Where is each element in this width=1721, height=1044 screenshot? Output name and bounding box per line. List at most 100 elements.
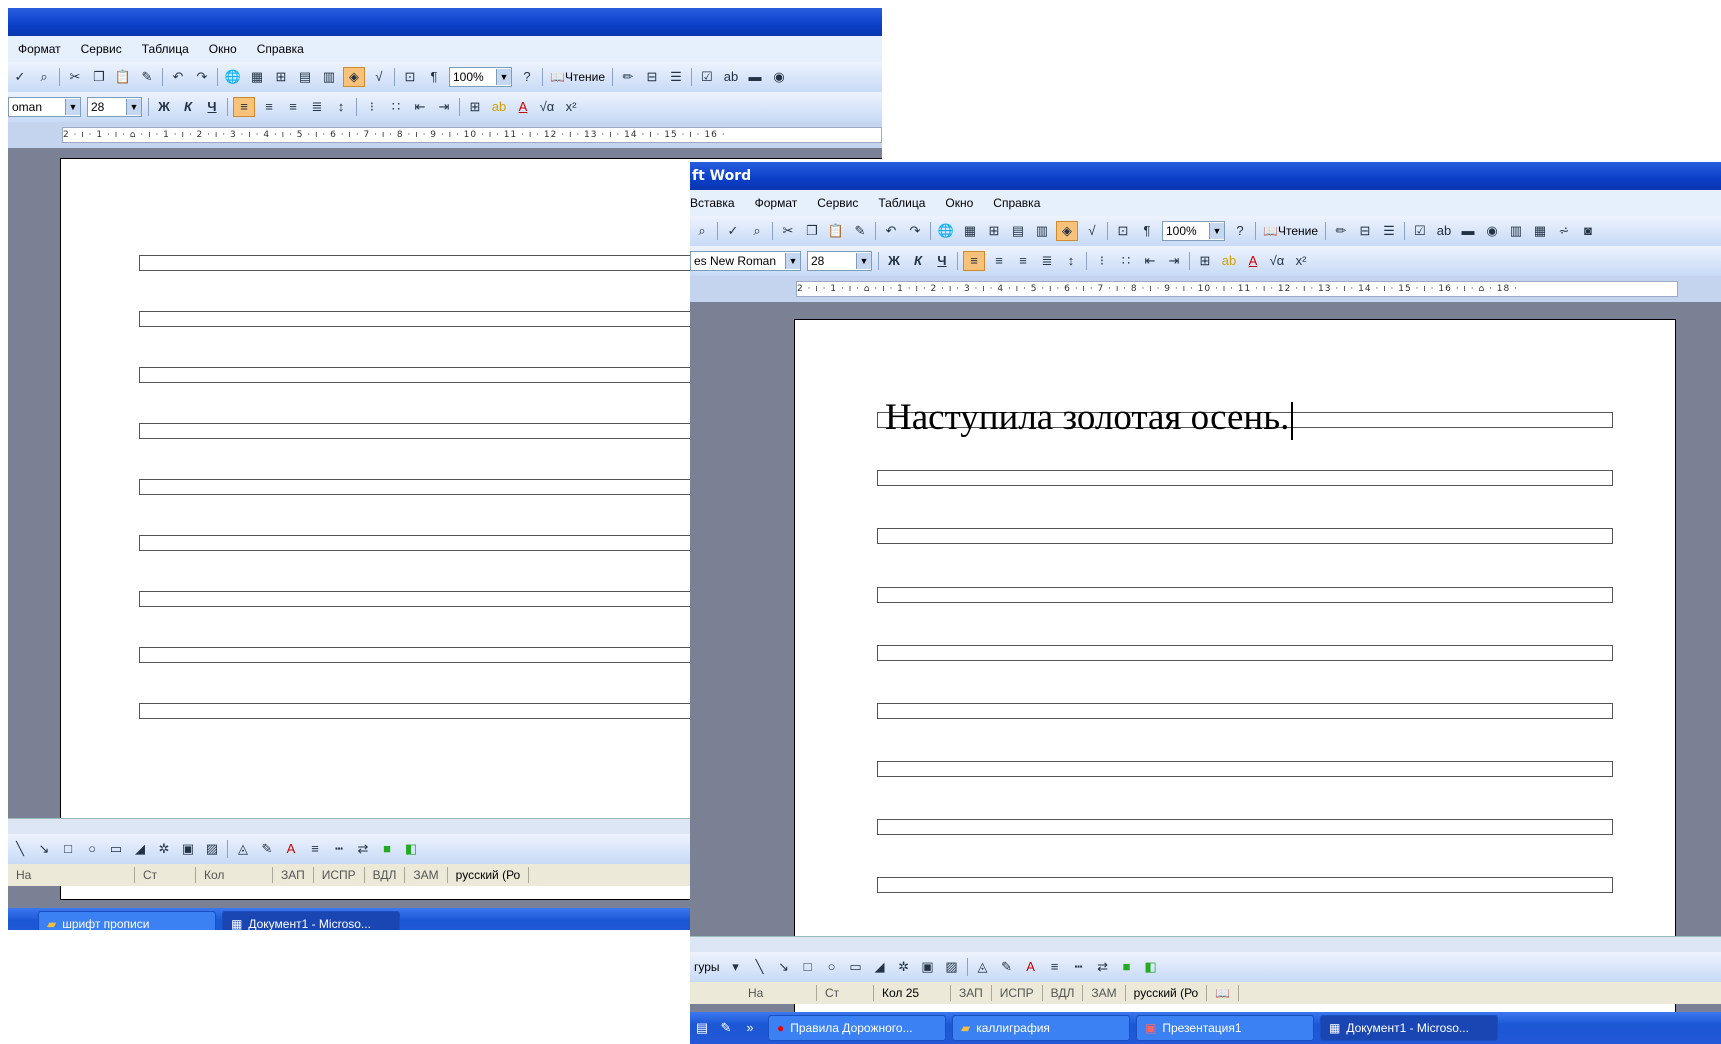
wordart-icon[interactable]: ◢ [130,840,150,858]
menu-insert[interactable]: Вставка [690,196,745,210]
underline-icon[interactable]: Ч [932,252,952,270]
equation-icon[interactable]: √ [1082,222,1102,240]
menu-window[interactable]: Окно [199,42,247,56]
diagram-icon[interactable]: ✲ [154,840,174,858]
taskbar-item-powerpoint[interactable]: ▣ Презентация1 [1136,1015,1314,1041]
increase-indent-icon[interactable]: ⇥ [1164,252,1184,270]
rectangle-icon[interactable]: □ [58,840,78,858]
redo-icon[interactable]: ↷ [905,222,925,240]
decrease-indent-icon[interactable]: ⇤ [410,98,430,116]
copy-icon[interactable]: ❐ [802,222,822,240]
research-icon[interactable]: ⌕ [34,68,54,86]
menu-window[interactable]: Окно [935,196,983,210]
picture-icon[interactable]: ▨ [202,840,222,858]
justify-icon[interactable]: ≣ [307,98,327,116]
form-options-icon[interactable]: ☰ [1379,222,1399,240]
line-color-icon[interactable]: ✎ [997,958,1017,976]
hyperlink-icon[interactable]: 🌐 [936,222,956,240]
3d-icon[interactable]: ◧ [1141,958,1161,976]
justify-icon[interactable]: ≣ [1037,252,1057,270]
insert-excel-icon[interactable]: ▤ [295,68,315,86]
form-options-icon[interactable]: ☰ [666,68,686,86]
undo-icon[interactable]: ↶ [881,222,901,240]
format-painter-icon[interactable]: ✎ [850,222,870,240]
superscript-icon[interactable]: x² [561,98,581,116]
bullets-icon[interactable]: ∷ [1116,252,1136,270]
clipart-icon[interactable]: ▣ [178,840,198,858]
spellcheck-book-icon[interactable]: 📖 [1207,985,1240,1001]
align-center-icon[interactable]: ≡ [259,98,279,116]
line-color-icon[interactable]: ✎ [257,840,277,858]
chevron-down-icon[interactable]: ▼ [1209,223,1224,239]
format-painter-icon[interactable]: ✎ [137,68,157,86]
menu-format[interactable]: Формат [8,42,71,56]
show-hide-icon[interactable]: ¶ [1137,222,1157,240]
arrow-style-icon[interactable]: ⇄ [1093,958,1113,976]
3d-icon[interactable]: ◧ [401,840,421,858]
protect-icon[interactable]: ◙ [1578,222,1598,240]
paste-icon[interactable]: 📋 [113,68,133,86]
bold-icon[interactable]: Ж [884,252,904,270]
oval-icon[interactable]: ○ [82,840,102,858]
chevron-down-icon[interactable]: ▼ [126,99,141,115]
zoom-select[interactable]: 100% ▼ [449,67,512,87]
reading-button[interactable]: 📖 Чтение [550,70,605,84]
fill-color-icon[interactable]: ◬ [233,840,253,858]
textbox-icon[interactable]: ▭ [846,958,866,976]
highlight-icon[interactable]: ab [1219,252,1239,270]
equation-icon[interactable]: √α [1267,252,1287,270]
frame-icon[interactable]: ▥ [1506,222,1526,240]
borders-icon[interactable]: ⊞ [465,98,485,116]
superscript-icon[interactable]: x² [1291,252,1311,270]
print-preview-icon[interactable]: ⌕ [692,222,712,240]
copy-icon[interactable]: ❐ [89,68,109,86]
horizontal-scrollbar[interactable] [690,936,1721,953]
autoshapes-menu[interactable]: гуры [690,960,724,974]
clipart-icon[interactable]: ▣ [918,958,938,976]
paste-icon[interactable]: 📋 [826,222,846,240]
chevron-down-icon[interactable]: ▾ [726,958,746,976]
diagram-icon[interactable]: ✲ [894,958,914,976]
taskbar-item-browser[interactable]: ● Правила Дорожного... [768,1015,946,1041]
fill-color-icon[interactable]: ◬ [973,958,993,976]
quicklaunch-icon[interactable]: ✎ [716,1019,736,1037]
radio-icon[interactable]: ◉ [1482,222,1502,240]
research-icon[interactable]: ⌕ [747,222,767,240]
equation-icon[interactable]: √ [369,68,389,86]
drawing-icon[interactable]: ◈ [343,67,365,87]
pencil-icon[interactable]: ✏ [618,68,638,86]
chevron-down-icon[interactable]: ▼ [856,253,871,269]
reading-button[interactable]: 📖 Чтение [1263,224,1318,238]
align-center-icon[interactable]: ≡ [989,252,1009,270]
tables-borders-icon[interactable]: ▦ [960,222,980,240]
hyperlink-icon[interactable]: 🌐 [223,68,243,86]
oval-icon[interactable]: ○ [822,958,842,976]
line-icon[interactable]: ╲ [10,840,30,858]
form-field-icon[interactable]: ⊟ [642,68,662,86]
show-hide-icon[interactable]: ¶ [424,68,444,86]
spelling-icon[interactable]: ✓ [723,222,743,240]
document-map-icon[interactable]: ⊡ [400,68,420,86]
chevron-down-icon[interactable]: ▼ [496,69,511,85]
chevron-down-icon[interactable]: ▼ [785,253,800,269]
textbox-icon[interactable]: ab [721,68,741,86]
italic-icon[interactable]: К [178,98,198,116]
insert-table-icon[interactable]: ⊞ [984,222,1004,240]
underline-icon[interactable]: Ч [202,98,222,116]
highlight-icon[interactable]: ab [489,98,509,116]
arrow-icon[interactable]: ↘ [34,840,54,858]
increase-indent-icon[interactable]: ⇥ [434,98,454,116]
help-icon[interactable]: ? [517,68,537,86]
menu-service[interactable]: Сервис [807,196,868,210]
checkbox-icon[interactable]: ☑ [1410,222,1430,240]
menu-help[interactable]: Справка [247,42,314,56]
shadow-icon[interactable]: ■ [1117,958,1137,976]
line-spacing-icon[interactable]: ↕ [331,98,351,116]
font-name-select[interactable]: es New Roman ▼ [690,251,801,271]
columns-icon[interactable]: ▥ [1032,222,1052,240]
shading-icon[interactable]: ⩫ [1554,222,1574,240]
font-name-select[interactable]: oman ▼ [8,97,81,117]
font-color-icon[interactable]: A [1243,252,1263,270]
undo-icon[interactable]: ↶ [168,68,188,86]
taskbar-item-folder[interactable]: ▰ каллиграфия [952,1015,1130,1041]
